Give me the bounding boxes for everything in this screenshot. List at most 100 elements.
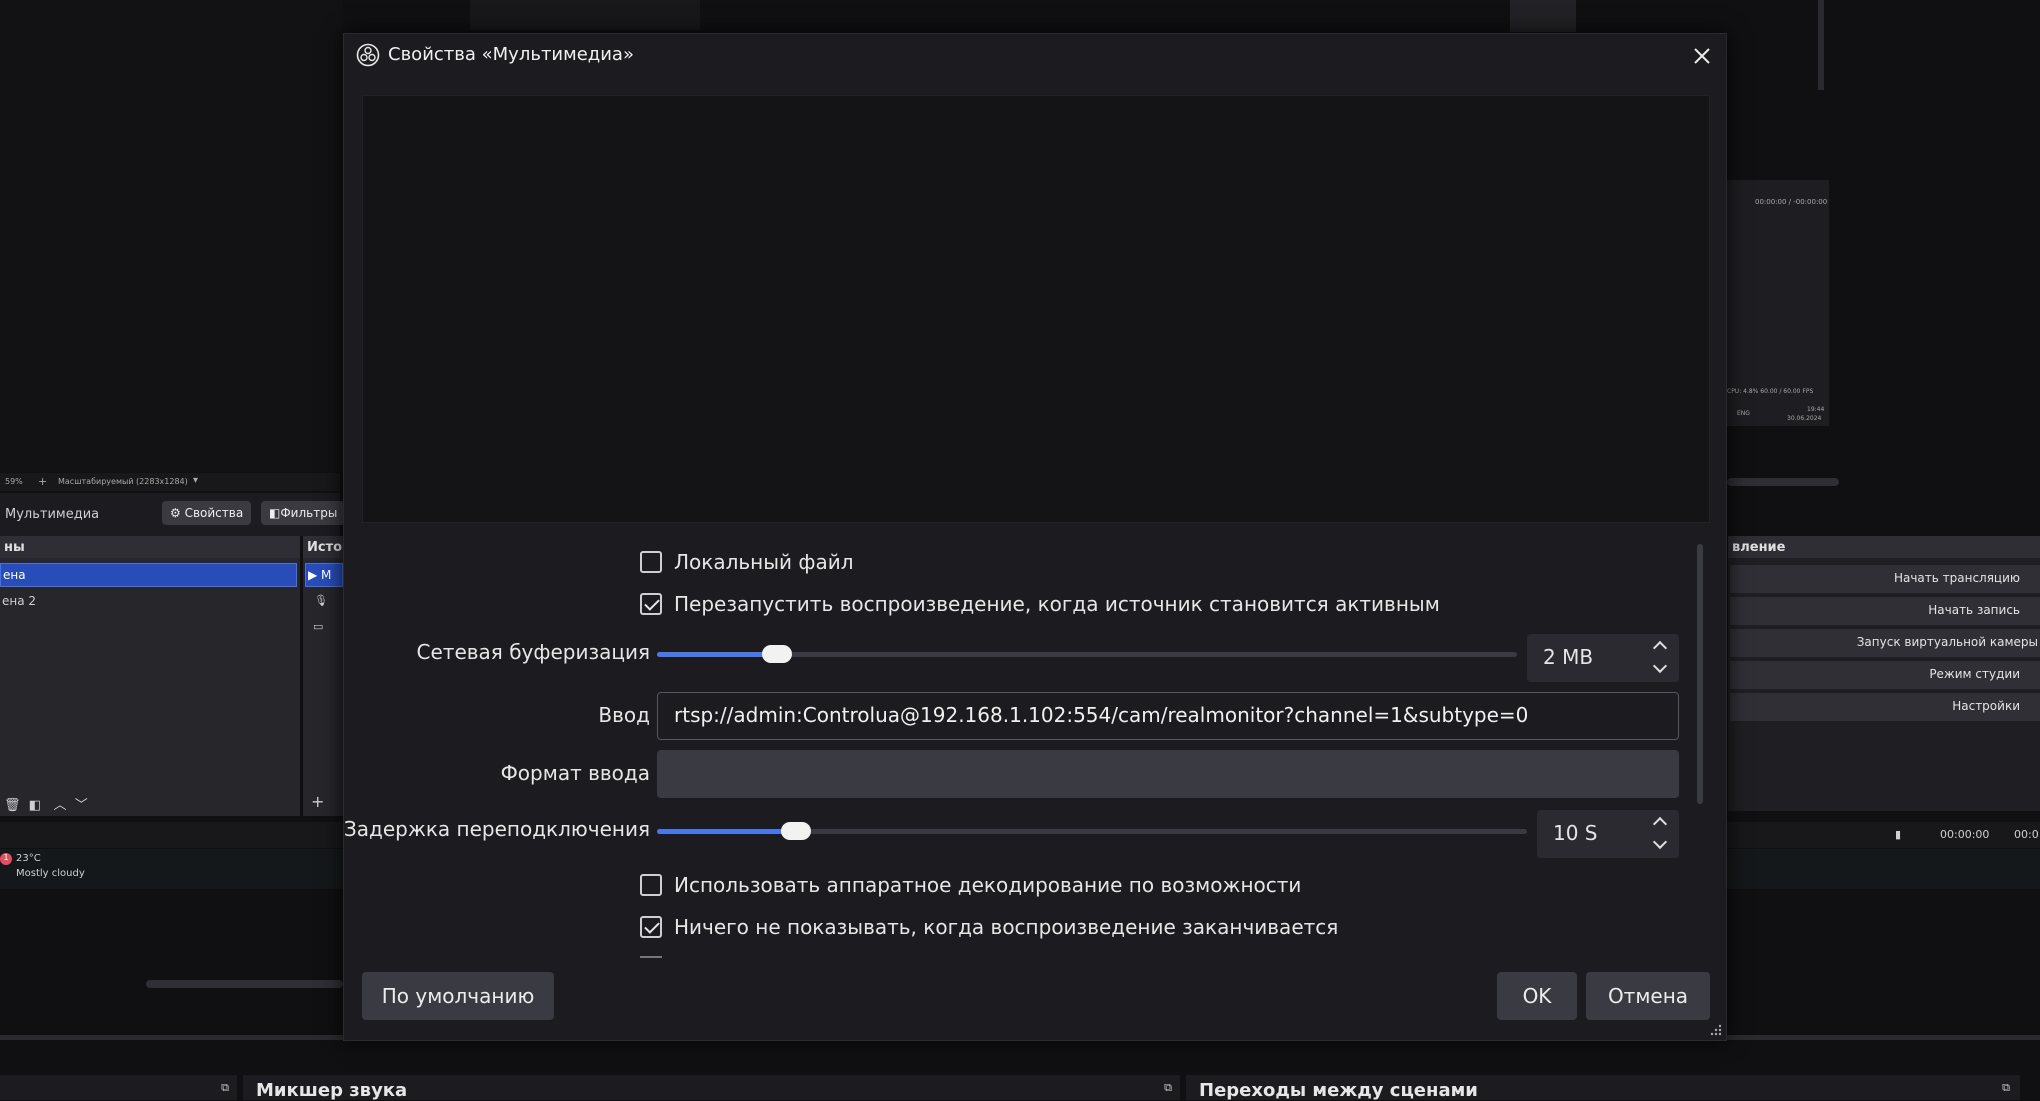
undock-icon[interactable]: ⧉	[2002, 1081, 2010, 1095]
local-file-checkbox[interactable]: Локальный файл	[640, 548, 854, 576]
right-weather-strip	[1727, 849, 2040, 889]
source-item-label: М	[321, 568, 331, 582]
horizontal-scrollbar[interactable]	[146, 980, 343, 988]
start-stream-button[interactable]: Начать трансляцию	[1730, 565, 2040, 593]
chevron-down-icon	[1653, 835, 1667, 849]
spin-up-button[interactable]	[1641, 810, 1679, 834]
add-source-icon[interactable]: +	[311, 792, 324, 811]
source-item-selected[interactable]: ▶ М	[305, 563, 343, 587]
sources-title: Исто	[303, 536, 343, 558]
dialog-title: Свойства «Мультимедиа»	[388, 44, 634, 65]
zoom-label: 59%	[5, 477, 23, 486]
slider-thumb[interactable]	[781, 822, 811, 840]
spin-up-button[interactable]	[1641, 634, 1679, 658]
defaults-button[interactable]: По умолчанию	[362, 972, 554, 1020]
input-format-label: Формат ввода	[501, 761, 650, 785]
top-dock-a	[470, 0, 700, 30]
transitions-title: Переходы между сценами	[1199, 1080, 1478, 1101]
settings-button[interactable]: Настройки	[1730, 693, 2040, 721]
status-bar: ▮ 00:00:00 00:0	[1727, 822, 2040, 848]
start-record-button[interactable]: Начать запись	[1730, 597, 2040, 625]
filter-icon: ◧	[269, 506, 280, 520]
scene-item[interactable]: ена 2	[2, 594, 36, 608]
selected-source-name: Мультимедиа	[5, 507, 99, 522]
network-buffering-label: Сетевая буферизация	[417, 640, 650, 664]
display-icon: ▭	[313, 620, 323, 633]
input-label: Ввод	[598, 703, 650, 727]
checkbox-label: Ничего не показывать, когда воспроизведе…	[674, 915, 1338, 939]
mic-icon: 🎙	[314, 594, 328, 607]
chevron-up-icon[interactable]: ︿	[53, 798, 66, 813]
clipped-row	[640, 956, 662, 960]
resize-grip-icon[interactable]	[1710, 1024, 1722, 1036]
mini-clock: 19:44	[1807, 406, 1824, 413]
filter-icon[interactable]: ◧	[29, 798, 41, 813]
mixer-dock: Микшер звука ⧉	[243, 1075, 1180, 1100]
chevron-up-icon	[1653, 641, 1667, 655]
notification-badge: 1	[0, 853, 12, 865]
checkbox-box[interactable]	[640, 551, 662, 573]
properties-dialog: Свойства «Мультимедиа» Локальный файл Пе…	[343, 33, 1727, 1041]
chevron-down-icon[interactable]: ▾	[193, 475, 198, 486]
slider-fill	[657, 829, 796, 834]
checkbox-box[interactable]	[640, 593, 662, 615]
cancel-button[interactable]: Отмена	[1586, 972, 1710, 1020]
input-format-field[interactable]	[657, 750, 1679, 798]
add-icon[interactable]: +	[38, 475, 47, 488]
signal-icon: ▮	[1895, 828, 1901, 841]
network-buffering-spinbox[interactable]: 2 MB	[1527, 634, 1679, 682]
scene-item-selected[interactable]: ена	[0, 563, 297, 587]
scale-label[interactable]: Масштабируемый (2283x1284)	[58, 477, 188, 486]
preview-toolbar: 59% + Масштабируемый (2283x1284) ▾	[0, 473, 340, 491]
spin-down-button[interactable]	[1641, 834, 1679, 858]
scene-list-toolbar: 🗑 ◧ ︿ ﹀	[4, 794, 88, 813]
hide-on-end-checkbox[interactable]: Ничего не показывать, когда воспроизведе…	[640, 913, 1338, 941]
checkbox-label: Перезапустить воспроизведение, когда ист…	[674, 592, 1440, 616]
input-url-field[interactable]: rtsp://admin:Controlua@192.168.1.102:554…	[657, 692, 1679, 740]
weather-widget: 1 23°C Mostly cloudy	[0, 849, 343, 889]
media-preview	[362, 95, 1710, 523]
bottom-dock-left: ⧉	[0, 1075, 237, 1100]
checkbox-box[interactable]	[640, 916, 662, 938]
mini-preview: 00:00:00 / -00:00:00 CPU: 4.8% 60.00 / 6…	[1727, 180, 1829, 426]
filters-button[interactable]: ◧Фильтры	[261, 501, 345, 525]
right-hscroll[interactable]	[1727, 478, 1839, 486]
network-buffering-slider[interactable]	[657, 643, 1517, 665]
studio-mode-button[interactable]: Режим студии	[1730, 661, 2040, 689]
slider-fill	[657, 652, 777, 657]
scrollbar-thumb[interactable]	[1697, 544, 1703, 804]
chevron-up-icon	[1653, 817, 1667, 831]
status-strip	[0, 822, 343, 848]
reconnect-delay-label: Задержка переподключения	[344, 817, 650, 841]
ok-button[interactable]: OK	[1497, 972, 1577, 1020]
source-toolbar: Мультимедиа ⚙ Свойства ◧Фильтры	[0, 493, 340, 536]
controls-title: вление	[1728, 536, 2040, 558]
spin-down-button[interactable]	[1641, 658, 1679, 682]
reconnect-delay-slider[interactable]	[657, 820, 1527, 842]
checkbox-box[interactable]	[640, 874, 662, 896]
checkbox-label: Локальный файл	[674, 550, 854, 574]
dialog-titlebar: Свойства «Мультимедиа»	[344, 34, 1726, 78]
spinbox-value: 2 MB	[1543, 645, 1593, 669]
properties-button[interactable]: ⚙ Свойства	[162, 501, 251, 525]
restart-playback-checkbox[interactable]: Перезапустить воспроизведение, когда ист…	[640, 590, 1440, 618]
undock-icon[interactable]: ⧉	[221, 1081, 229, 1095]
form-scrollbar[interactable]	[1694, 534, 1706, 984]
hardware-decoding-checkbox[interactable]: Использовать аппаратное декодирование по…	[640, 871, 1301, 899]
mini-date: 30.06.2024	[1787, 415, 1821, 422]
trash-icon[interactable]: 🗑	[4, 798, 21, 813]
right-scrollbar[interactable]	[1818, 0, 1824, 90]
gear-icon: ⚙	[170, 506, 181, 520]
chevron-down-icon[interactable]: ﹀	[75, 798, 88, 813]
preview-area-bg	[0, 0, 343, 472]
chevron-down-icon	[1653, 659, 1667, 673]
reconnect-delay-spinbox[interactable]: 10 S	[1537, 810, 1679, 858]
close-icon[interactable]	[1688, 42, 1716, 70]
filters-button-label: Фильтры	[280, 506, 337, 520]
undock-icon[interactable]: ⧉	[1164, 1081, 1172, 1095]
virtual-camera-button[interactable]: Запуск виртуальной камеры	[1730, 629, 2040, 657]
slider-thumb[interactable]	[762, 645, 792, 663]
spinbox-value: 10 S	[1553, 821, 1598, 845]
checkbox-label: Использовать аппаратное декодирование по…	[674, 873, 1301, 897]
transitions-dock: Переходы между сценами ⧉	[1186, 1075, 2020, 1100]
